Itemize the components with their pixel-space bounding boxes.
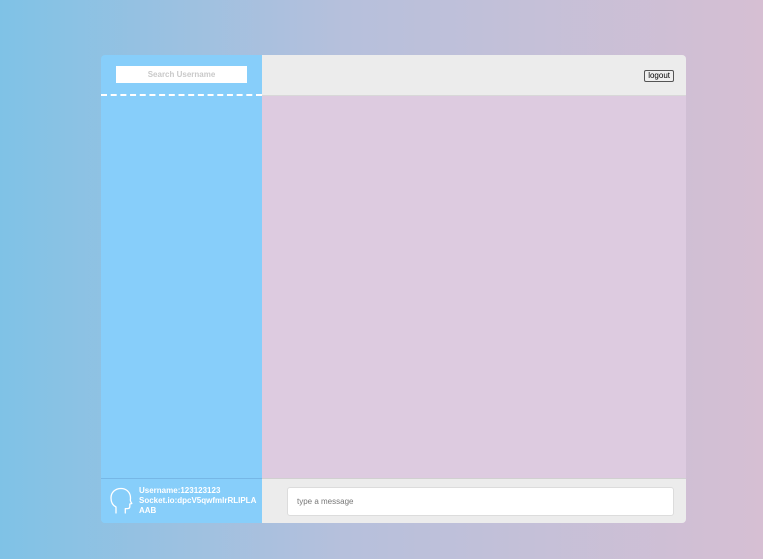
search-username-input[interactable] bbox=[116, 66, 247, 83]
logout-button[interactable]: logout bbox=[644, 70, 674, 82]
username-label: Username:123123123 bbox=[139, 486, 221, 495]
current-user-profile: Username:123123123 Socket.io:dpcV5qwfmlr… bbox=[101, 478, 262, 523]
profile-info: Username:123123123 Socket.io:dpcV5qwfmlr… bbox=[139, 486, 257, 516]
chat-app-window: Username:123123123 Socket.io:dpcV5qwfmlr… bbox=[101, 55, 686, 523]
message-input[interactable] bbox=[287, 486, 674, 516]
sidebar: Username:123123123 Socket.io:dpcV5qwfmlr… bbox=[101, 55, 262, 523]
search-area bbox=[101, 55, 262, 96]
user-list bbox=[101, 96, 262, 478]
message-composer bbox=[262, 478, 686, 523]
chat-panel: logout bbox=[262, 55, 686, 523]
socket-id-label: Socket.io:dpcV5qwfmlrRLIPLAAAB bbox=[139, 496, 257, 515]
head-silhouette-icon bbox=[109, 487, 133, 515]
chat-header: logout bbox=[262, 55, 686, 96]
message-area bbox=[262, 96, 686, 478]
